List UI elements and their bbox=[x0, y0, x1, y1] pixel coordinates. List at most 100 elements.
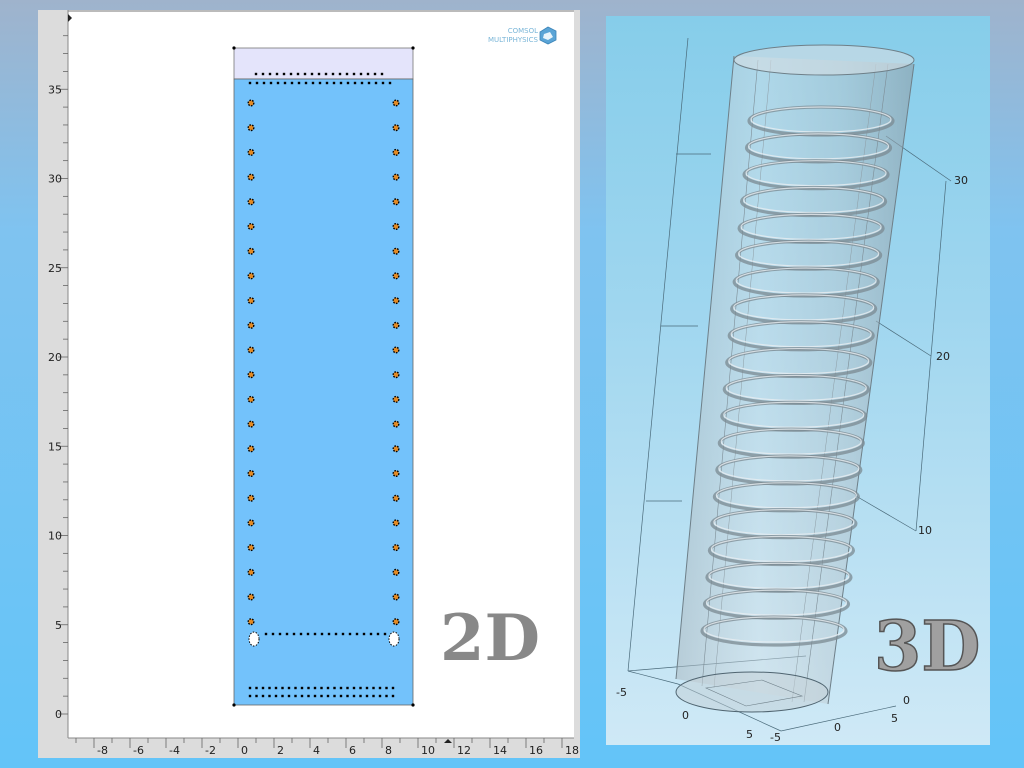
boundary-dot bbox=[374, 81, 378, 85]
boundary-dot bbox=[388, 81, 392, 85]
y-tick-label: 20 bbox=[48, 351, 62, 364]
x-tick-label: 10 bbox=[421, 744, 435, 757]
boundary-dot bbox=[359, 686, 362, 690]
coil-turn bbox=[247, 124, 255, 132]
boundary-dot bbox=[261, 686, 265, 690]
x-tick-label: 14 bbox=[493, 744, 507, 757]
boundary-dot bbox=[313, 632, 317, 636]
boundary-dot bbox=[366, 72, 370, 76]
boundary-dot bbox=[310, 72, 314, 76]
boundary-dot bbox=[248, 81, 252, 85]
coil-turn bbox=[392, 173, 400, 181]
coil-turn bbox=[392, 470, 400, 478]
coil-turn bbox=[392, 593, 400, 601]
boundary-dot bbox=[367, 81, 371, 85]
boundary-dot bbox=[254, 72, 258, 76]
boundary-dot bbox=[333, 686, 336, 690]
base-tick-label: 0 bbox=[834, 721, 841, 734]
boundary-dot bbox=[281, 694, 284, 698]
coil-turn bbox=[247, 173, 255, 181]
x-tick-label: -8 bbox=[97, 744, 108, 757]
boundary-dot bbox=[268, 72, 272, 76]
coil-turn bbox=[247, 99, 255, 107]
boundary-dot bbox=[299, 632, 303, 636]
y-tick-label: 25 bbox=[48, 262, 62, 275]
x-tick-label: 16 bbox=[529, 744, 543, 757]
boundary-dot bbox=[313, 694, 317, 698]
z-tick-label: 30 bbox=[954, 174, 968, 187]
coil-turn bbox=[247, 297, 255, 305]
coil-turn bbox=[247, 618, 255, 626]
boundary-dot bbox=[391, 686, 395, 690]
x-tick-label: 18 bbox=[565, 744, 579, 757]
boundary-dot bbox=[345, 72, 349, 76]
y-tick-label: 15 bbox=[48, 440, 62, 453]
coil-turn bbox=[247, 148, 255, 156]
coil-turn bbox=[392, 519, 400, 527]
vertex-point bbox=[232, 46, 236, 50]
base-tick-label: 5 bbox=[891, 712, 898, 725]
right-border bbox=[574, 10, 580, 758]
boundary-dot bbox=[327, 632, 331, 636]
boundary-dot bbox=[326, 686, 330, 690]
boundary-dot bbox=[287, 686, 291, 690]
boundary-dot bbox=[373, 72, 377, 76]
boundary-dot bbox=[391, 694, 395, 698]
boundary-dot bbox=[274, 694, 278, 698]
boundary-dot bbox=[274, 686, 278, 690]
coil-turn bbox=[247, 494, 255, 502]
x-tick-label: 4 bbox=[313, 744, 320, 757]
y-tick-label: 30 bbox=[48, 173, 62, 186]
boundary-dot bbox=[303, 72, 307, 76]
coil-turn bbox=[247, 395, 255, 403]
y-tick-label: 35 bbox=[48, 83, 62, 96]
boundary-dot bbox=[255, 686, 258, 690]
3d-label: 3D bbox=[874, 607, 980, 687]
boundary-dot bbox=[325, 81, 329, 85]
coil-turn bbox=[392, 272, 400, 280]
boundary-dot bbox=[332, 81, 336, 85]
coil-turn bbox=[392, 198, 400, 206]
boundary-dot bbox=[385, 686, 388, 690]
boundary-dot bbox=[261, 72, 265, 76]
boundary-dot bbox=[360, 81, 364, 85]
z-tick-label: 20 bbox=[936, 350, 950, 363]
x-tick-label: 12 bbox=[457, 744, 471, 757]
3d-geometry-canvas: 30 20 10 -5 0 5 -5 0 5 0 3D bbox=[616, 37, 981, 744]
2d-geometry-canvas: 0 5 10 15 20 25 30 35 -8 -6 -4 -2 0 2 4 6 8 10 12 14 16 18 C… bbox=[38, 10, 580, 758]
cylinder-bottom-cap bbox=[675, 671, 829, 713]
boundary-dot bbox=[282, 72, 286, 76]
boundary-dot bbox=[320, 686, 323, 690]
boundary-dot bbox=[313, 686, 317, 690]
coil-turn bbox=[392, 395, 400, 403]
boundary-dot bbox=[269, 81, 273, 85]
boundary-dot bbox=[268, 686, 271, 690]
boundary-dot bbox=[339, 694, 343, 698]
top-border bbox=[68, 10, 580, 12]
boundary-dot bbox=[339, 81, 343, 85]
coil-turn bbox=[392, 247, 400, 255]
y-axis-arrow-icon bbox=[68, 14, 72, 22]
boundary-dot bbox=[381, 81, 385, 85]
3d-model-panel: 30 20 10 -5 0 5 -5 0 5 0 3D bbox=[606, 16, 990, 745]
boundary-dot bbox=[318, 81, 322, 85]
coil-turn bbox=[392, 494, 400, 502]
boundary-dot bbox=[261, 694, 265, 698]
boundary-dot bbox=[334, 632, 338, 636]
boundary-dot bbox=[248, 686, 252, 690]
y-tick-label: 5 bbox=[55, 619, 62, 632]
boundary-dot bbox=[281, 686, 284, 690]
boundary-dot bbox=[276, 81, 280, 85]
boundary-dot bbox=[365, 694, 369, 698]
logo-line1: COMSOL bbox=[508, 27, 538, 35]
boundary-dot bbox=[317, 72, 321, 76]
boundary-dot bbox=[341, 632, 345, 636]
boundary-dot bbox=[346, 81, 350, 85]
coil-turn bbox=[247, 445, 255, 453]
boundary-dot bbox=[376, 632, 380, 636]
base-tick-label: -5 bbox=[616, 686, 627, 699]
boundary-dot bbox=[255, 81, 259, 85]
boundary-dot bbox=[306, 632, 310, 636]
boundary-dot bbox=[297, 81, 301, 85]
boundary-dot bbox=[320, 694, 323, 698]
